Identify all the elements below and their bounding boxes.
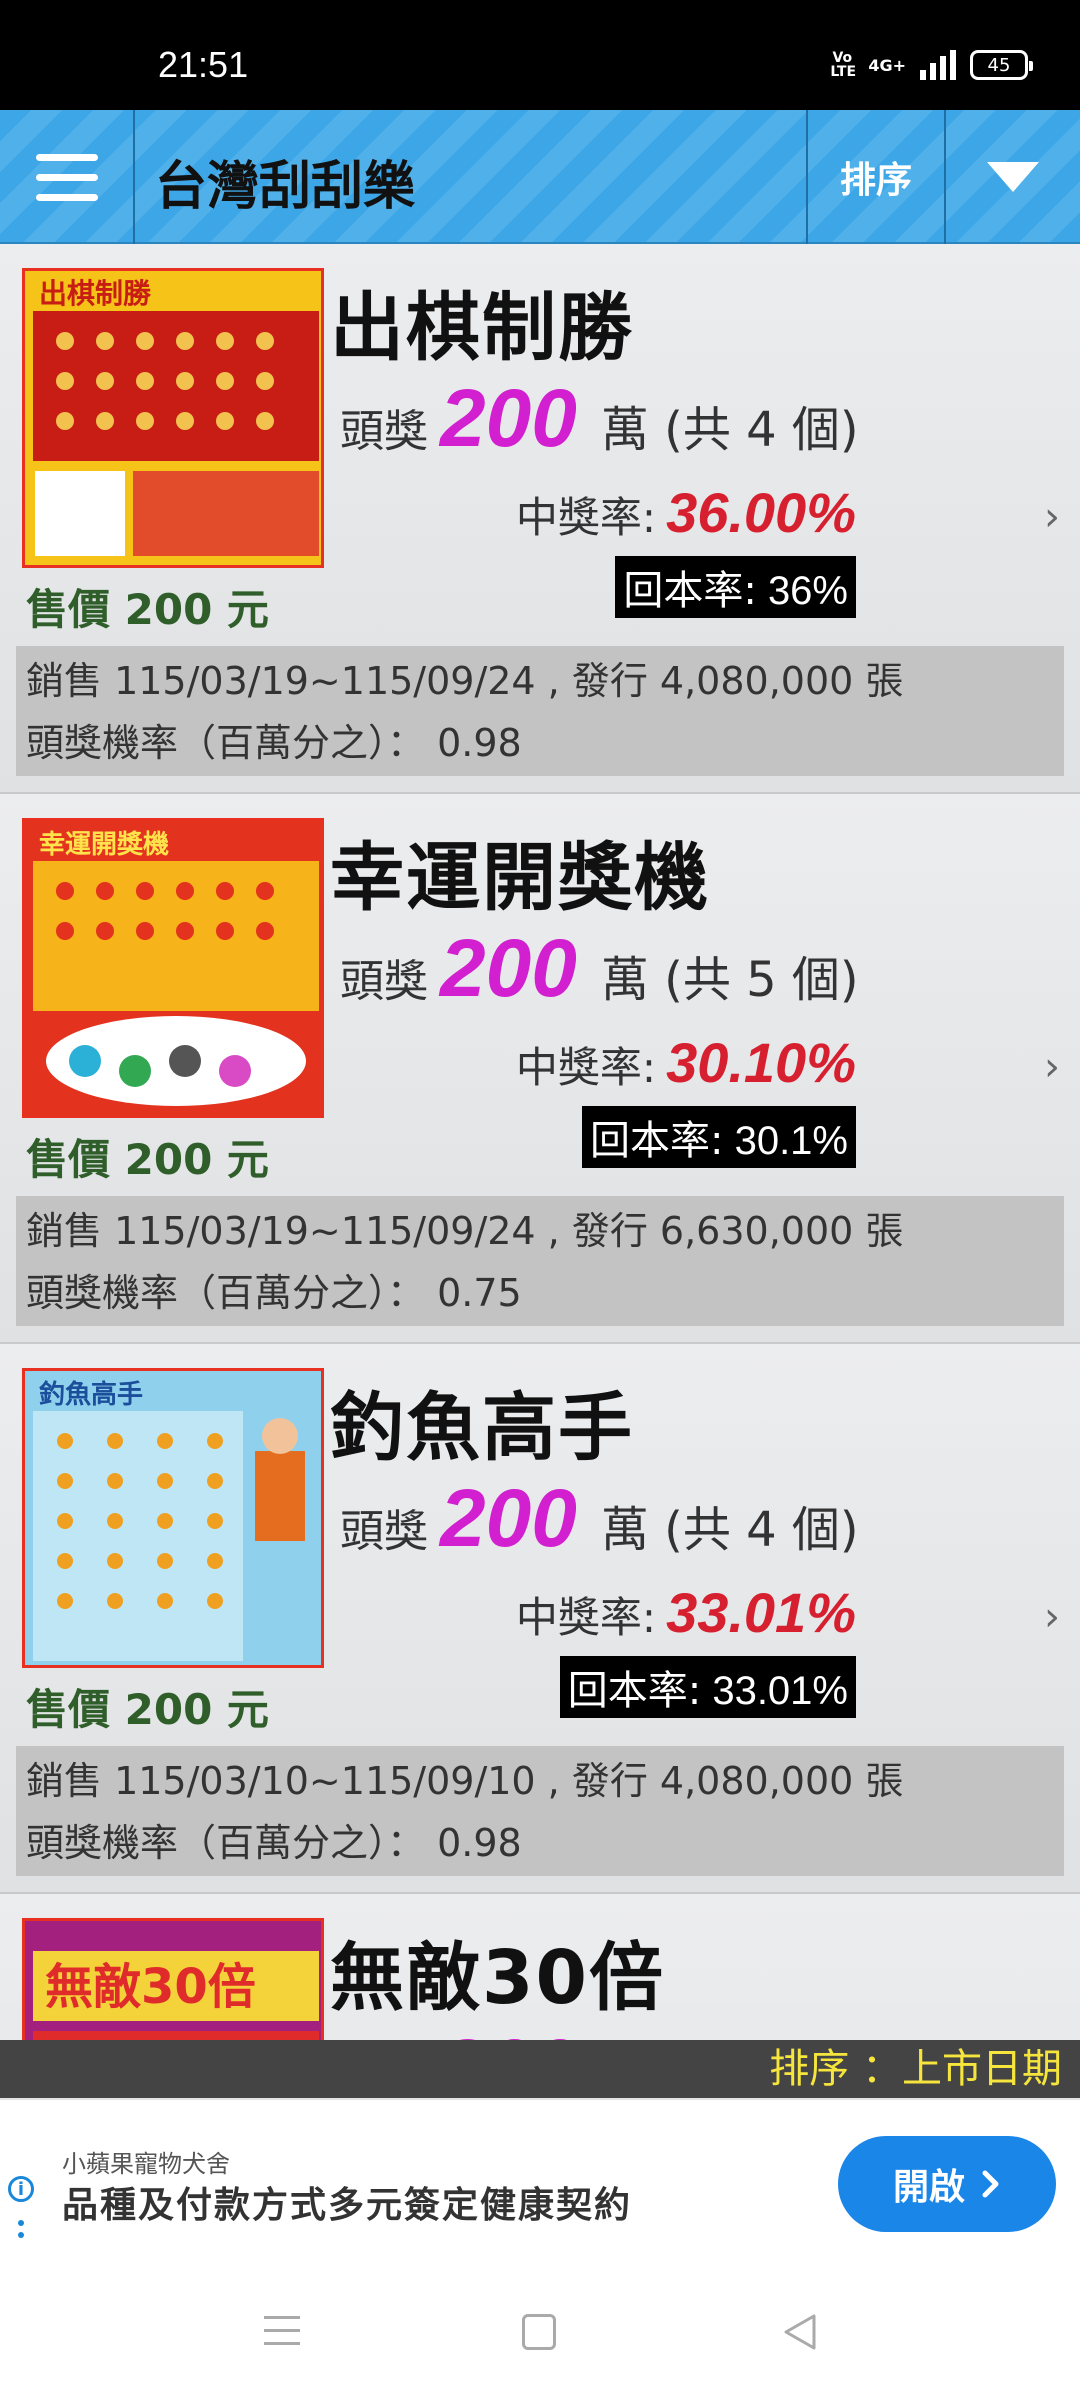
- ticket-price: 售價 200 元: [26, 1685, 269, 1734]
- ticket-image: 幸運開獎機: [22, 818, 324, 1118]
- return-rate-value: 36%: [767, 569, 848, 613]
- page-title: 台灣刮刮樂: [155, 157, 416, 217]
- lottery-card[interactable]: 出棋制勝 出棋制勝 頭獎 200 萬 (共 4 個) 中獎率: 36.00% 回…: [0, 244, 1080, 794]
- lottery-card[interactable]: 幸運開獎機 幸運開獎機 頭獎 200 萬 (共 5 個) 中獎率: 30.10%…: [0, 794, 1080, 1344]
- return-rate-value: 33.01%: [712, 1669, 848, 1713]
- prize-line: 頭獎 200 萬 (共 4 個): [340, 372, 859, 466]
- ad-text: 品種及付款方式多元簽定健康契約: [62, 2185, 633, 2226]
- return-rate-badge: 回本率: 33.01%: [559, 1656, 856, 1718]
- prize-unit: 萬 (共 4 個): [600, 402, 859, 458]
- system-navigation-bar: [0, 2266, 1080, 2400]
- prize-label: 頭獎: [340, 406, 428, 457]
- win-rate-line: 中獎率: 36.00%: [516, 480, 856, 545]
- hamburger-icon[interactable]: [0, 110, 135, 244]
- game-title: 出棋制勝: [330, 285, 634, 371]
- win-rate-value: 33.01%: [666, 1581, 856, 1644]
- ticket-image: 釣魚高手: [22, 1368, 324, 1668]
- win-rate-value: 30.10%: [666, 1031, 856, 1094]
- recent-apps-icon[interactable]: [264, 2316, 300, 2345]
- prize-line: 頭獎 200: [340, 2022, 601, 2040]
- more-options-icon[interactable]: [18, 2220, 24, 2238]
- ad-brand: 小蘋果寵物犬舍: [62, 2150, 230, 2178]
- signal-icon: [920, 50, 956, 80]
- sales-period: 銷售 115/03/19~115/09/24 , 發行 4,080,000 張: [26, 659, 904, 703]
- battery-level: 45: [987, 54, 1011, 76]
- prize-amount: 200: [440, 2022, 577, 2040]
- return-rate-label: 回本率:: [567, 1668, 702, 1714]
- ad-open-button[interactable]: 開啟: [838, 2136, 1056, 2232]
- ad-button-label: 開啟: [892, 2167, 965, 2208]
- ticket-image: 出棋制勝: [22, 268, 324, 568]
- return-rate-label: 回本率:: [623, 568, 757, 614]
- win-rate-line: 中獎率: 33.01%: [516, 1580, 856, 1645]
- return-rate-value: 30.1%: [734, 1119, 848, 1163]
- win-rate-value: 36.00%: [666, 481, 856, 544]
- win-rate-label: 中獎率:: [515, 1043, 657, 1092]
- sales-period: 銷售 115/03/10~115/09/10 , 發行 4,080,000 張: [26, 1759, 904, 1803]
- status-bar: 21:51 Vo LTE 4G+ 45: [0, 0, 1080, 110]
- return-rate-badge: 回本率: 30.1%: [581, 1106, 856, 1168]
- return-rate-label: 回本率:: [589, 1118, 724, 1164]
- status-time: 21:51: [158, 44, 249, 85]
- sales-info: 銷售 115/03/19~115/09/24 , 發行 6,630,000 張 …: [16, 1196, 1064, 1326]
- sales-info: 銷售 115/03/19~115/09/24 , 發行 4,080,000 張 …: [16, 646, 1064, 776]
- chevron-right-icon: [982, 2170, 999, 2198]
- prize-amount: 200: [440, 373, 577, 464]
- prize-line: 頭獎 200 萬 (共 4 個): [340, 1472, 859, 1566]
- win-rate-line: 中獎率: 30.10%: [516, 1030, 856, 1095]
- ticket-thumb-title: 釣魚高手: [39, 1379, 143, 1410]
- home-icon[interactable]: [522, 2314, 556, 2350]
- triangle-down-icon: [987, 162, 1039, 192]
- prize-amount: 200: [440, 923, 577, 1014]
- jackpot-odds: 頭獎機率（百萬分之）： 0.98: [26, 721, 522, 765]
- prize-line: 頭獎 200 萬 (共 5 個): [340, 922, 859, 1016]
- prize-unit: 萬 (共 5 個): [600, 952, 859, 1008]
- lottery-card[interactable]: 釣魚高手 釣魚高手 頭獎 200 萬 (共 4 個) 中獎率: 33.01% 回…: [0, 1344, 1080, 1894]
- prize-unit: 萬 (共 4 個): [600, 1502, 859, 1558]
- ticket-thumb-title: 幸運開獎機: [39, 830, 169, 860]
- dropdown-button[interactable]: [944, 110, 1080, 244]
- sort-button[interactable]: 排序: [806, 110, 944, 244]
- chevron-right-icon[interactable]: ›: [1044, 1044, 1060, 1090]
- return-rate-badge: 回本率: 36%: [615, 556, 856, 618]
- ticket-price: 售價 200 元: [26, 1135, 269, 1184]
- app-bar: 台灣刮刮樂 排序: [0, 110, 1080, 244]
- win-rate-label: 中獎率:: [515, 493, 657, 542]
- ticket-image: 無敵30倍: [22, 1918, 324, 2040]
- sort-status-bar: 排序 ：上市日期: [0, 2040, 1080, 2098]
- ticket-thumb-title: 出棋制勝: [39, 277, 152, 310]
- status-icons: Vo LTE 4G+ 45: [830, 50, 1033, 80]
- volte-icon: Vo LTE: [830, 50, 857, 80]
- prize-label: 頭獎: [340, 1506, 428, 1557]
- game-title: 釣魚高手: [330, 1385, 634, 1471]
- battery-icon: 45: [970, 50, 1033, 80]
- jackpot-odds: 頭獎機率（百萬分之）： 0.98: [26, 1821, 522, 1865]
- jackpot-odds: 頭獎機率（百萬分之）： 0.75: [26, 1271, 522, 1315]
- win-rate-label: 中獎率:: [515, 1593, 657, 1642]
- prize-amount: 200: [440, 1473, 577, 1564]
- ticket-thumb-title: 無敵30倍: [45, 1959, 256, 2015]
- ad-banner[interactable]: i 小蘋果寵物犬舍 品種及付款方式多元簽定健康契約 開啟: [0, 2098, 1080, 2266]
- back-icon[interactable]: [780, 2312, 820, 2352]
- sales-period: 銷售 115/03/19~115/09/24 , 發行 6,630,000 張: [26, 1209, 904, 1253]
- chevron-right-icon[interactable]: ›: [1044, 1594, 1060, 1640]
- lottery-list[interactable]: 出棋制勝 出棋制勝 頭獎 200 萬 (共 4 個) 中獎率: 36.00% 回…: [0, 244, 1080, 2040]
- game-title: 幸運開獎機: [330, 835, 710, 921]
- lottery-card[interactable]: 無敵30倍 無敵30倍 頭獎 200: [0, 1894, 1080, 2040]
- chevron-right-icon[interactable]: ›: [1044, 494, 1060, 540]
- info-icon[interactable]: i: [8, 2176, 34, 2202]
- sales-info: 銷售 115/03/10~115/09/10 , 發行 4,080,000 張 …: [16, 1746, 1064, 1876]
- network-type: 4G+: [868, 55, 906, 75]
- game-title: 無敵30倍: [330, 1935, 665, 2021]
- prize-label: 頭獎: [340, 956, 428, 1007]
- ticket-price: 售價 200 元: [26, 585, 269, 634]
